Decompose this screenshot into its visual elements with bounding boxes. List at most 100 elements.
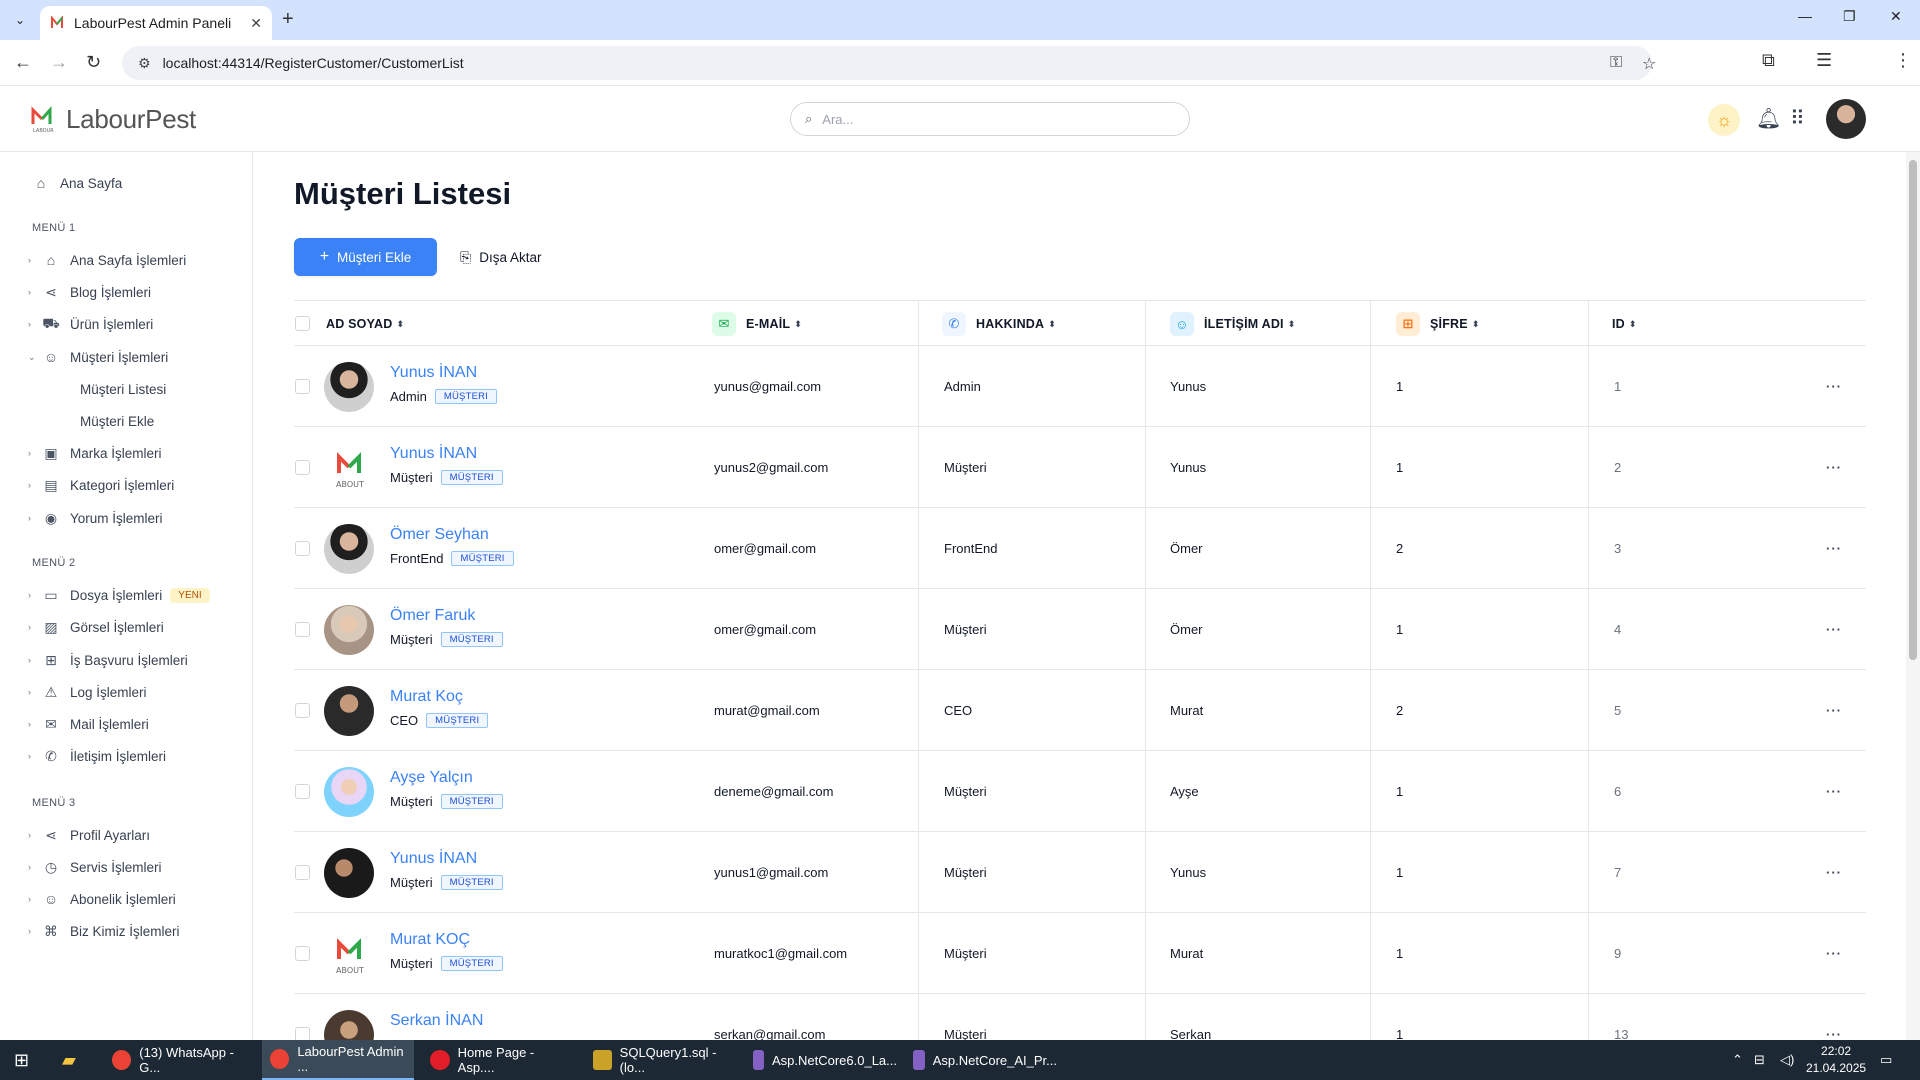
sidebar-subitem-customer-list[interactable]: Müşteri Listesi: [80, 382, 166, 397]
bookmark-star-icon[interactable]: ☆: [1642, 54, 1656, 74]
restore-icon[interactable]: ❐: [1843, 8, 1856, 25]
row-actions-more-icon[interactable]: ···: [1826, 670, 1842, 751]
select-all-checkbox[interactable]: [295, 316, 310, 331]
minimize-icon[interactable]: —: [1798, 8, 1812, 24]
sidebar-item-homepage-ops[interactable]: › ⌂ Ana Sayfa İşlemleri: [28, 249, 186, 271]
table-row[interactable]: Yunus İNAN Admin MÜŞTERI yunus@gmail.com Adm…: [294, 346, 1866, 427]
row-actions-more-icon[interactable]: ···: [1826, 508, 1842, 589]
user-avatar[interactable]: [1826, 99, 1866, 139]
sidebar-item-blog[interactable]: › ⋖ Blog İşlemleri: [28, 281, 151, 303]
sidebar-item-contact[interactable]: › ✆ İletişim İşlemleri: [28, 745, 166, 767]
customer-name-link[interactable]: Murat Koç: [390, 688, 463, 706]
extensions-puzzle-icon[interactable]: ⧉: [1762, 50, 1775, 71]
media-control-icon[interactable]: ☰: [1816, 50, 1832, 71]
row-checkbox[interactable]: [295, 379, 310, 394]
table-row[interactable]: ABOUT Murat KOÇ Müşteri MÜŞTERI muratkoc1@gm…: [294, 913, 1866, 994]
browser-tab-active[interactable]: LabourPest Admin Paneli ✕: [40, 6, 272, 40]
row-checkbox[interactable]: [295, 865, 310, 880]
sidebar-item-images[interactable]: › ▨ Görsel İşlemleri: [28, 616, 164, 638]
sidebar-item-comments[interactable]: › ◉ Yorum İşlemleri: [28, 507, 163, 529]
row-checkbox[interactable]: [295, 946, 310, 961]
sidebar-item-categories[interactable]: › ▤ Kategori İşlemleri: [28, 474, 174, 496]
table-row[interactable]: Ömer Faruk Müşteri MÜŞTERI omer@gmail.com Mü…: [294, 589, 1866, 670]
notifications-icon[interactable]: ▭: [1880, 1040, 1892, 1080]
column-header-contact[interactable]: ☺ İLETİŞİM ADI ⬍: [1170, 301, 1295, 347]
password-key-icon[interactable]: ⚿: [1610, 54, 1622, 72]
volume-icon[interactable]: ◁): [1780, 1040, 1794, 1080]
forward-icon[interactable]: →: [50, 52, 68, 73]
sidebar-item-profile[interactable]: › ⋖ Profil Ayarları: [28, 824, 150, 846]
taskbar-item-whatsapp[interactable]: (13) WhatsApp - G...: [104, 1040, 254, 1080]
row-checkbox[interactable]: [295, 622, 310, 637]
theme-toggle-sun-icon[interactable]: ☼: [1708, 104, 1740, 136]
row-checkbox[interactable]: [295, 460, 310, 475]
network-icon[interactable]: ⊟: [1754, 1040, 1765, 1080]
row-actions-more-icon[interactable]: ···: [1826, 751, 1842, 832]
customer-name-link[interactable]: Yunus İNAN: [390, 364, 477, 382]
column-header-email[interactable]: ✉ E-MAİL ⬍: [712, 301, 802, 347]
customer-name-link[interactable]: Murat KOÇ: [390, 931, 470, 949]
sidebar-item-mail[interactable]: › ✉ Mail İşlemleri: [28, 713, 149, 735]
sidebar-item-products[interactable]: › ⛟ Ürün İşlemleri: [28, 313, 153, 335]
tray-chevron-up-icon[interactable]: ⌃: [1732, 1040, 1743, 1080]
customer-name-link[interactable]: Ayşe Yalçın: [390, 769, 473, 787]
customer-name-link[interactable]: Serkan İNAN: [390, 1012, 483, 1030]
column-header-about[interactable]: ✆ HAKKINDA ⬍: [942, 301, 1056, 347]
apps-grid-icon[interactable]: ⠿: [1790, 106, 1805, 131]
customer-name-link[interactable]: Yunus İNAN: [390, 850, 477, 868]
column-header-id[interactable]: ID ⬍: [1612, 301, 1637, 347]
search-input[interactable]: ⌕ Ara...: [790, 102, 1190, 136]
taskbar-item-homepage[interactable]: Home Page - Asp....: [422, 1040, 572, 1080]
taskbar-item-sqlquery[interactable]: SQLQuery1.sql - (lo...: [585, 1040, 737, 1080]
table-row[interactable]: Murat Koç CEO MÜŞTERI murat@gmail.com CEO Mur…: [294, 670, 1866, 751]
browser-menu-icon[interactable]: ⋮: [1894, 50, 1912, 71]
new-tab-icon[interactable]: +: [282, 8, 294, 31]
sidebar-subitem-customer-add[interactable]: Müşteri Ekle: [80, 414, 154, 429]
customer-name-link[interactable]: Ömer Seyhan: [390, 526, 489, 544]
export-button[interactable]: ⎘ Dışa Aktar: [460, 238, 541, 276]
app-logo[interactable]: LABOUR LabourPest: [30, 104, 196, 135]
site-info-icon[interactable]: ⚙: [138, 55, 151, 72]
taskbar-item-vs2[interactable]: Asp.NetCore_AI_Pr...: [905, 1040, 1057, 1080]
table-row[interactable]: Ömer Seyhan FrontEnd MÜŞTERI omer@gmail.com…: [294, 508, 1866, 589]
windows-start-icon[interactable]: ⊞: [14, 1040, 29, 1080]
close-window-icon[interactable]: ✕: [1890, 8, 1902, 25]
row-checkbox[interactable]: [295, 784, 310, 799]
sidebar-item-about[interactable]: › ⌘ Biz Kimiz İşlemleri: [28, 920, 180, 942]
table-row[interactable]: Ayşe Yalçın Müşteri MÜŞTERI deneme@gmail.co…: [294, 751, 1866, 832]
taskbar-item-labourpest[interactable]: LabourPest Admin ...: [262, 1040, 414, 1080]
row-actions-more-icon[interactable]: ···: [1826, 427, 1842, 508]
column-header-name[interactable]: AD SOYAD ⬍: [326, 301, 404, 347]
sidebar-item-subscriptions[interactable]: › ☺ Abonelik İşlemleri: [28, 888, 176, 910]
sidebar-item-label: Ana Sayfa İşlemleri: [70, 252, 187, 268]
row-checkbox[interactable]: [295, 541, 310, 556]
row-actions-more-icon[interactable]: ···: [1826, 913, 1842, 994]
row-actions-more-icon[interactable]: ···: [1826, 346, 1842, 427]
reload-icon[interactable]: ↻: [86, 52, 101, 73]
add-customer-button[interactable]: + Müşteri Ekle: [294, 238, 437, 276]
row-actions-more-icon[interactable]: ···: [1826, 832, 1842, 913]
sidebar-item-services[interactable]: › ◷ Servis İşlemleri: [28, 856, 162, 878]
table-row[interactable]: ABOUT Yunus İNAN Müşteri MÜŞTERI yunus2@gmai…: [294, 427, 1866, 508]
taskbar-item-vs1[interactable]: Asp.NetCore6.0_La...: [745, 1040, 897, 1080]
sidebar-item-brands[interactable]: › ▣ Marka İşlemleri: [28, 442, 162, 464]
sidebar-item-files[interactable]: › ▭ Dosya İşlemleri YENI: [28, 584, 210, 606]
sidebar-item-home[interactable]: ⌂ Ana Sayfa: [28, 172, 123, 194]
customer-name-link[interactable]: Yunus İNAN: [390, 445, 477, 463]
tab-close-icon[interactable]: ✕: [250, 15, 262, 32]
file-explorer-icon[interactable]: ▰: [62, 1040, 76, 1080]
notification-bell-icon[interactable]: 🔔︎: [1756, 106, 1781, 131]
row-actions-more-icon[interactable]: ···: [1826, 589, 1842, 670]
back-icon[interactable]: ←: [14, 52, 32, 73]
row-checkbox[interactable]: [295, 703, 310, 718]
sidebar-item-customers[interactable]: ⌄ ☺ Müşteri İşlemleri: [28, 346, 168, 368]
table-row[interactable]: Yunus İNAN Müşteri MÜŞTERI yunus1@gmail.com…: [294, 832, 1866, 913]
taskbar-clock[interactable]: 22:02 21.04.2025: [1806, 1043, 1866, 1077]
sidebar-item-logs[interactable]: › ⚠ Log İşlemleri: [28, 681, 147, 703]
tab-search-dropdown-icon[interactable]: ⌄: [8, 8, 32, 32]
address-bar[interactable]: ⚙ localhost:44314/RegisterCustomer/Custo…: [122, 46, 1656, 80]
column-header-password[interactable]: ⊞ ŞİFRE ⬍: [1396, 301, 1480, 347]
sidebar-item-jobs[interactable]: › ⊞ İş Başvuru İşlemleri: [28, 649, 188, 671]
page-scrollbar-thumb[interactable]: [1909, 160, 1917, 660]
customer-name-link[interactable]: Ömer Faruk: [390, 607, 475, 625]
